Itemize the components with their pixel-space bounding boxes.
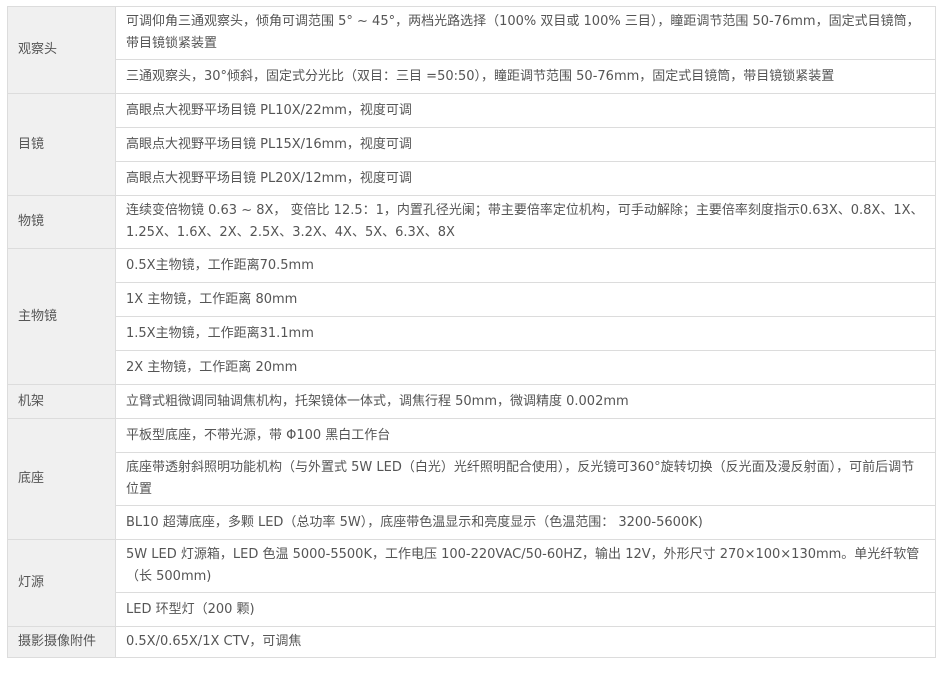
table-row: 观察头 可调仰角三通观察头，倾角可调范围 5° ~ 45°，两档光路选择（100…: [7, 6, 936, 94]
spec-cell: 高眼点大视野平场目镜 PL20X/12mm，视度可调: [115, 161, 936, 196]
category-cell: 目镜: [7, 93, 116, 196]
spec-cell: 1X 主物镜，工作距离 80mm: [115, 282, 936, 317]
spec-cell: LED 环型灯（200 颗): [115, 592, 936, 627]
category-cell: 主物镜: [7, 248, 116, 385]
table-row: 底座 平板型底座，不带光源，带 Φ100 黑白工作台: [7, 418, 936, 540]
category-cell: 灯源: [7, 539, 116, 627]
table-row: 三通观察头，30°倾斜，固定式分光比（双目：三目 =50:50），瞳距调节范围 …: [8, 59, 936, 94]
table-row: 灯源 5W LED 灯源箱，LED 色温 5000-5500K，工作电压 100…: [7, 539, 936, 627]
table-row: 机架 立臂式粗微调同轴调焦机构，托架镜体一体式，调焦行程 50mm，微调精度 0…: [7, 384, 936, 419]
spec-cell: 三通观察头，30°倾斜，固定式分光比（双目：三目 =50:50），瞳距调节范围 …: [115, 59, 936, 94]
spec-cell: 5W LED 灯源箱，LED 色温 5000-5500K，工作电压 100-22…: [115, 539, 936, 593]
category-cell: 摄影摄像附件: [7, 626, 116, 658]
spec-cell: 可调仰角三通观察头，倾角可调范围 5° ~ 45°，两档光路选择（100% 双目…: [115, 6, 936, 60]
table-row: 高眼点大视野平场目镜 PL20X/12mm，视度可调: [8, 161, 936, 196]
category-cell: 观察头: [7, 6, 116, 94]
table-row: BL10 超薄底座，多颗 LED（总功率 5W），底座带色温显示和亮度显示（色温…: [8, 505, 936, 540]
table-row: 1.5X主物镜，工作距离31.1mm: [8, 316, 936, 351]
spec-cell: 连续变倍物镜 0.63 ~ 8X， 变倍比 12.5：1，内置孔径光阑；带主要倍…: [115, 195, 936, 249]
spec-cell: 立臂式粗微调同轴调焦机构，托架镜体一体式，调焦行程 50mm，微调精度 0.00…: [115, 384, 936, 419]
spec-cell: 2X 主物镜，工作距离 20mm: [115, 350, 936, 385]
spec-cell: 0.5X/0.65X/1X CTV，可调焦: [115, 626, 936, 658]
table-row: 物镜 连续变倍物镜 0.63 ~ 8X， 变倍比 12.5：1，内置孔径光阑；带…: [7, 195, 936, 249]
table-row: 1X 主物镜，工作距离 80mm: [8, 282, 936, 317]
table-row: 主物镜 0.5X主物镜，工作距离70.5mm: [7, 248, 936, 385]
spec-cell: 底座带透射斜照明功能机构（与外置式 5W LED（白光）光纤照明配合使用），反光…: [115, 452, 936, 506]
category-cell: 物镜: [7, 195, 116, 249]
category-cell: 底座: [7, 418, 116, 540]
spec-cell: 0.5X主物镜，工作距离70.5mm: [115, 248, 936, 283]
spec-cell: 平板型底座，不带光源，带 Φ100 黑白工作台: [115, 418, 936, 453]
table-row: LED 环型灯（200 颗): [8, 592, 936, 627]
spec-table: 观察头 可调仰角三通观察头，倾角可调范围 5° ~ 45°，两档光路选择（100…: [7, 6, 936, 658]
spec-cell: 1.5X主物镜，工作距离31.1mm: [115, 316, 936, 351]
table-row: 摄影摄像附件 0.5X/0.65X/1X CTV，可调焦: [7, 626, 936, 658]
table-row: 高眼点大视野平场目镜 PL15X/16mm，视度可调: [8, 127, 936, 162]
table-row: 目镜 高眼点大视野平场目镜 PL10X/22mm，视度可调: [7, 93, 936, 196]
table-row: 2X 主物镜，工作距离 20mm: [8, 350, 936, 385]
spec-cell: 高眼点大视野平场目镜 PL15X/16mm，视度可调: [115, 127, 936, 162]
category-cell: 机架: [7, 384, 116, 419]
spec-cell: 高眼点大视野平场目镜 PL10X/22mm，视度可调: [115, 93, 936, 128]
table-row: 底座带透射斜照明功能机构（与外置式 5W LED（白光）光纤照明配合使用），反光…: [8, 452, 936, 506]
spec-cell: BL10 超薄底座，多颗 LED（总功率 5W），底座带色温显示和亮度显示（色温…: [115, 505, 936, 540]
